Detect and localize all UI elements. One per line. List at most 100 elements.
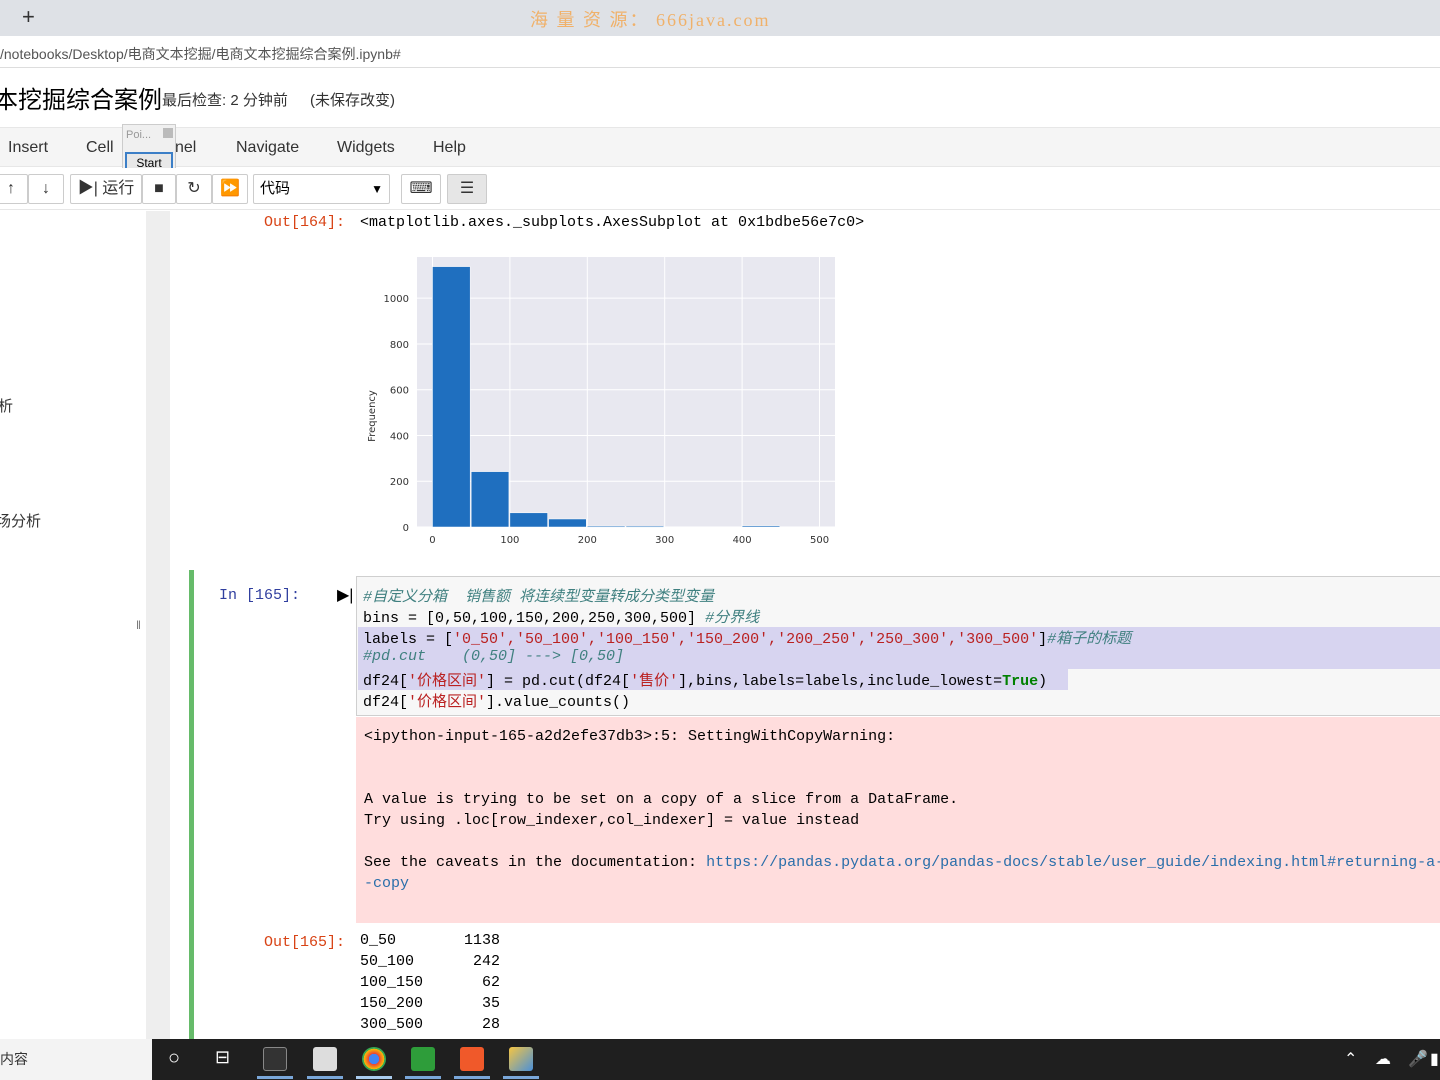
menu-insert[interactable]: Insert — [8, 139, 48, 157]
menu-bar: Insert Cell nel Navigate Widgets Help — [0, 127, 1440, 167]
docs-link[interactable]: https://pandas.pydata.org/pandas-docs/st… — [706, 854, 1440, 871]
paint-icon[interactable] — [509, 1047, 533, 1071]
notebook-container[interactable]: Out[164]: <matplotlib.axes._subplots.Axe… — [170, 211, 1440, 1039]
code-line-2: bins = [0,50,100,150,200,250,300,500] #分… — [363, 606, 759, 627]
notebook-title[interactable]: 本挖掘综合案例 — [0, 80, 162, 115]
run-button[interactable]: ▶| 运行 — [70, 174, 142, 204]
value-count-row: 50_100 242 — [360, 953, 500, 970]
command-palette-button[interactable]: ⌨ — [401, 174, 441, 204]
code-text: ] — [1038, 631, 1048, 648]
fast-forward-icon: ⏩ — [220, 180, 240, 197]
sidebar-gutter — [146, 211, 170, 1039]
chevron-up-icon[interactable]: ⌃ — [1344, 1049, 1357, 1069]
y-tick-label: 1000 — [384, 294, 409, 305]
browser-tab-bar: + 海 量 资 源： 666java.com — [0, 0, 1440, 36]
value-count-number: 242 — [472, 953, 500, 970]
toc-button[interactable]: ☰ — [447, 174, 487, 204]
new-tab-button[interactable]: + — [22, 4, 35, 30]
move-up-button[interactable]: ↑ — [0, 174, 28, 204]
restart-run-all-button[interactable]: ⏩ — [212, 174, 248, 204]
value-count-row: 0_50 1138 — [360, 932, 500, 949]
chrome-icon[interactable] — [362, 1047, 386, 1071]
in165-prompt: In [165]: — [219, 587, 301, 604]
stderr-output: <ipython-input-165-a2d2efe37db3>:5: Sett… — [356, 717, 1440, 923]
warning-line: See the caveats in the documentation: ht… — [364, 854, 1440, 871]
docs-link-continued[interactable]: -copy — [364, 875, 409, 892]
code-text: ) — [1038, 673, 1048, 690]
warning-text: See the caveats in the documentation: — [364, 854, 707, 871]
arrow-down-icon: ↓ — [42, 180, 50, 197]
tray-overflow-icon[interactable]: ▮ — [1430, 1049, 1439, 1069]
typora-icon[interactable] — [313, 1047, 337, 1071]
toc-sidebar: 析 场分析 — [0, 211, 146, 1039]
histogram-bar — [432, 266, 471, 528]
value-count-number: 62 — [481, 974, 500, 991]
warning-line: Try using .loc[row_indexer,col_indexer] … — [364, 812, 860, 829]
toc-item[interactable]: 析 — [0, 395, 13, 416]
recorder-icon[interactable] — [460, 1047, 484, 1071]
code-line-5: df24['价格区间'] = pd.cut(df24['售价'],bins,la… — [363, 669, 1047, 690]
restart-button[interactable]: ↻ — [176, 174, 212, 204]
value-count-label: 150_200 — [360, 995, 424, 1012]
cortana-icon[interactable]: ○ — [168, 1047, 180, 1070]
menu-help[interactable]: Help — [433, 139, 466, 157]
value-count-label: 50_100 — [360, 953, 415, 970]
active-app-indicator — [454, 1076, 490, 1079]
menu-navigate[interactable]: Navigate — [236, 139, 299, 157]
menu-cell[interactable]: Cell — [86, 139, 114, 157]
value-count-number: 1138 — [463, 932, 500, 949]
code-comment: #自定义分箱 销售额 将连续型变量转成分类型变量 — [363, 589, 715, 606]
out165-prompt: Out[165]: — [264, 934, 346, 951]
histogram-chart: 0 100 200 300 400 500 0 200 400 600 800 1000 Frequ… — [367, 257, 835, 546]
cell-type-value: 代码 — [260, 180, 291, 197]
popup-close-icon[interactable] — [163, 128, 173, 138]
warning-line: A value is trying to be set on a copy of… — [364, 791, 959, 808]
active-app-indicator — [503, 1076, 539, 1079]
code-string: '价格区间' — [408, 673, 487, 690]
menu-kernel[interactable]: nel — [175, 139, 196, 157]
checkpoint-status: 最后检查: 2 分钟前 — [162, 92, 288, 109]
code-line-6: df24['价格区间'].value_counts() — [363, 690, 630, 711]
list-icon: ☰ — [459, 180, 475, 197]
toc-item[interactable]: 场分析 — [0, 510, 41, 531]
code-string: '售价' — [630, 673, 679, 690]
menu-widgets[interactable]: Widgets — [337, 139, 395, 157]
keyboard-icon: ⌨ — [409, 180, 433, 197]
task-view-icon[interactable]: ⊟ — [215, 1047, 230, 1068]
interrupt-button[interactable]: ■ — [142, 174, 176, 204]
y-tick-label: 800 — [390, 340, 409, 351]
microphone-icon[interactable]: 🎤 — [1408, 1049, 1428, 1069]
histogram-bar — [587, 525, 626, 528]
y-tick-label: 400 — [390, 431, 409, 442]
popup-label: Poi... — [126, 129, 152, 141]
address-bar[interactable]: /notebooks/Desktop/电商文本挖掘/电商文本挖掘综合案例.ipy… — [0, 36, 1440, 68]
code-comment: #箱子的标题 — [1047, 631, 1132, 648]
code-input[interactable]: #自定义分箱 销售额 将连续型变量转成分类型变量 bins = [0,50,10… — [356, 576, 1440, 716]
notebook-toolbar: ↑ ↓ ▶| 运行 ■ ↻ ⏩ 代码 ▼ ⌨ ☰ — [0, 168, 1440, 210]
out164-prompt: Out[164]: — [264, 214, 346, 231]
move-down-button[interactable]: ↓ — [28, 174, 64, 204]
code-text: ],bins,labels=labels,include_lowest= — [678, 673, 1003, 690]
terminal-icon[interactable] — [263, 1047, 287, 1071]
y-tick-label: 0 — [403, 523, 409, 534]
x-tick-label: 300 — [655, 535, 674, 546]
output-repr: <matplotlib.axes._subplots.AxesSubplot a… — [360, 214, 865, 231]
cloud-icon[interactable]: ☁ — [1375, 1049, 1391, 1069]
code-line-4: #pd.cut (0,50] ---> [0,50] — [363, 648, 624, 665]
taskbar-search[interactable]: 内容 — [0, 1039, 152, 1080]
histogram-bar — [625, 526, 664, 528]
histogram-bar — [548, 518, 587, 528]
code-text: labels = [ — [363, 631, 454, 648]
active-app-indicator — [257, 1076, 293, 1079]
windows-taskbar: 内容 ○ ⊟ ⌃ ☁ 🎤 ▮ — [0, 1039, 1440, 1080]
sidebar-resize-handle[interactable]: ‖ — [136, 618, 141, 632]
cell-type-select[interactable]: 代码 ▼ — [253, 174, 390, 204]
url-text[interactable]: /notebooks/Desktop/电商文本挖掘/电商文本挖掘综合案例.ipy… — [0, 44, 401, 64]
unsaved-status: (未保存改变) — [310, 92, 395, 109]
camtasia-icon[interactable] — [411, 1047, 435, 1071]
run-cell-icon[interactable]: ▶| — [337, 585, 353, 605]
value-count-row: 100_150 62 — [360, 974, 500, 991]
active-app-indicator — [405, 1076, 441, 1079]
code-text: ] = pd.cut(df24[ — [486, 673, 631, 690]
stop-icon: ■ — [154, 180, 164, 197]
